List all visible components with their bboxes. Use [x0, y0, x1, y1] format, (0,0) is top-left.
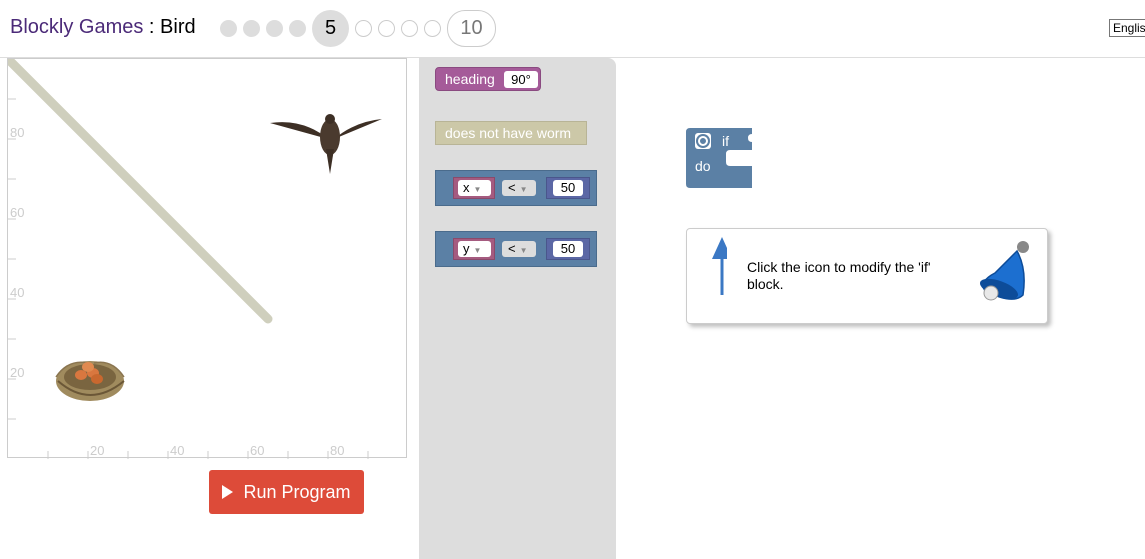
level-selector: 5 10: [220, 9, 502, 47]
dropdown-arrow-icon: ▼: [473, 246, 482, 255]
if-label: if: [722, 133, 729, 149]
compare-block-x[interactable]: x ▼ < ▼ 50: [435, 170, 597, 206]
run-program-button[interactable]: Run Program: [209, 470, 364, 514]
help-text: Click the icon to modify the 'if' block.: [747, 259, 931, 292]
number-block-x[interactable]: 50: [546, 177, 590, 199]
y-tick-40: 40: [10, 285, 24, 300]
level-8-dot[interactable]: [401, 19, 418, 37]
y-tick-60: 60: [10, 205, 24, 220]
heading-block-label: heading: [445, 71, 495, 87]
nest-icon: [55, 361, 125, 401]
no-worm-block-label: does not have worm: [445, 125, 572, 141]
variable-block-y[interactable]: y ▼: [453, 238, 495, 260]
x-tick-80: 80: [330, 443, 344, 458]
number-field-x[interactable]: 50: [553, 180, 583, 196]
variable-field-x[interactable]: x ▼: [458, 180, 491, 196]
compare-block-y[interactable]: y ▼ < ▼ 50: [435, 231, 597, 267]
operator-label-x: <: [508, 180, 516, 195]
x-tick-20: 20: [90, 443, 104, 458]
operator-field-x[interactable]: < ▼: [502, 180, 536, 196]
variable-name-x: x: [463, 180, 470, 195]
up-arrow-icon: [712, 237, 727, 295]
dropdown-arrow-icon: ▼: [519, 246, 528, 255]
number-block-y[interactable]: 50: [546, 238, 590, 260]
visualization-canvas: 80 60 40 20 20 40 60 80: [7, 58, 407, 459]
bird-icon: [270, 114, 382, 174]
dropdown-arrow-icon: ▼: [519, 185, 528, 194]
game-name: Bird: [160, 16, 196, 38]
language-select[interactable]: English: [1109, 19, 1145, 37]
operator-label-y: <: [508, 241, 516, 256]
header: Blockly Games : Bird 5 10 English: [0, 0, 1145, 58]
variable-name-y: y: [463, 241, 470, 256]
variable-block-x[interactable]: x ▼: [453, 177, 495, 199]
level-4-dot[interactable]: [289, 19, 306, 37]
level-3-dot[interactable]: [266, 19, 283, 37]
x-tick-40: 40: [170, 443, 184, 458]
variable-field-y[interactable]: y ▼: [458, 241, 491, 257]
level-2-dot[interactable]: [243, 19, 260, 37]
last-level[interactable]: 10: [447, 9, 496, 47]
number-field-y[interactable]: 50: [553, 241, 583, 257]
current-level[interactable]: 5: [312, 9, 349, 47]
wall-line: [8, 59, 273, 324]
y-tick-80: 80: [10, 125, 24, 140]
title-separator: :: [143, 16, 161, 38]
play-icon: [222, 485, 234, 499]
level-9-dot[interactable]: [424, 19, 441, 37]
app-name-link[interactable]: Blockly Games: [10, 16, 143, 38]
y-tick-20: 20: [10, 365, 24, 380]
bell-icon: [980, 241, 1029, 301]
heading-block[interactable]: heading 90°: [435, 67, 541, 91]
level-1-dot[interactable]: [220, 19, 237, 37]
x-tick-60: 60: [250, 443, 264, 458]
do-label: do: [695, 158, 711, 174]
heading-angle-field[interactable]: 90°: [504, 71, 538, 88]
page-title: Blockly Games : Bird: [10, 16, 196, 39]
run-program-label: Run Program: [243, 481, 351, 502]
mutator-gear-icon[interactable]: [695, 133, 711, 149]
dropdown-arrow-icon: ▼: [473, 185, 482, 194]
no-worm-block[interactable]: does not have worm: [435, 121, 587, 145]
operator-field-y[interactable]: < ▼: [502, 241, 536, 257]
level-6-dot[interactable]: [355, 19, 372, 37]
level-7-dot[interactable]: [378, 19, 395, 37]
help-bubble: Click the icon to modify the 'if' block.: [686, 228, 1048, 324]
